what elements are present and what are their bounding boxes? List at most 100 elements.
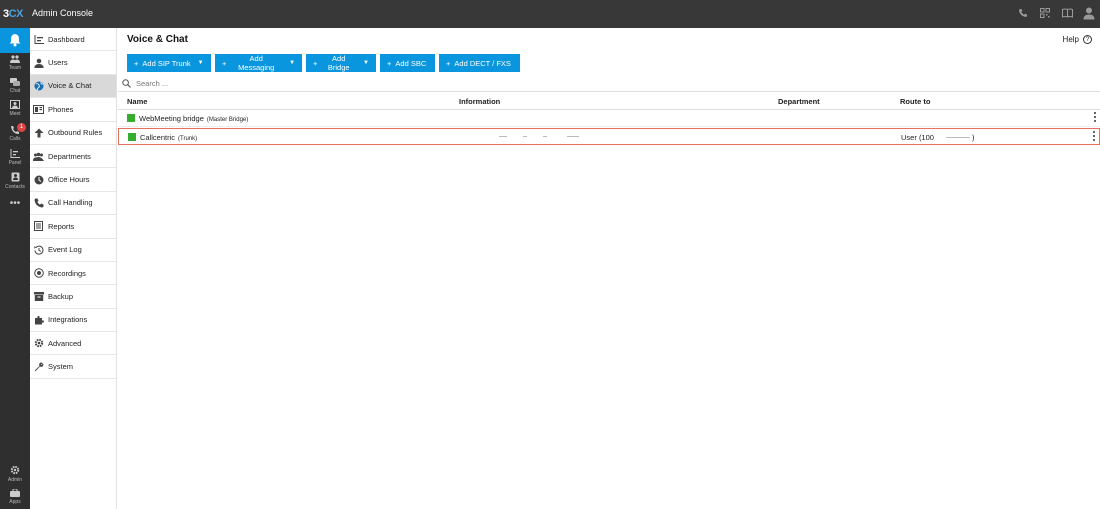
globe-icon: [33, 80, 44, 91]
redacted-info: [523, 136, 527, 137]
status-indicator: [127, 114, 135, 122]
caret-down-icon: ▼: [197, 60, 204, 66]
help-label: Help: [1062, 35, 1079, 44]
record-icon: [33, 268, 44, 279]
top-bar: 3 CX Admin Console: [0, 0, 1100, 28]
sidebar-item-users[interactable]: Users: [30, 51, 116, 75]
redacted-info: [543, 136, 547, 137]
team-icon: [10, 55, 20, 63]
user-icon[interactable]: [1078, 6, 1100, 22]
rail-team[interactable]: Team: [0, 55, 30, 71]
wrench-icon: [33, 361, 44, 372]
redacted-info: [499, 136, 507, 137]
app-rail: Team Chat Meet 1 Calls Panel Contacts ••…: [0, 28, 30, 509]
book-icon[interactable]: [1056, 8, 1078, 20]
column-department[interactable]: Department: [778, 97, 820, 106]
sidebar-item-outbound-rules[interactable]: Outbound Rules: [30, 122, 116, 145]
gear-icon: [10, 465, 20, 475]
bell-icon: [9, 34, 21, 47]
sidebar-item-system[interactable]: System: [30, 355, 116, 379]
top-icons: [1012, 0, 1100, 28]
main-content: Voice & Chat Help ? + Add SIP Trunk ▼ + …: [118, 28, 1100, 509]
row-name: Callcentric (Trunk): [140, 133, 198, 142]
panel-icon: [10, 149, 20, 158]
arrow-up-icon: [33, 127, 44, 138]
rail-chat[interactable]: Chat: [0, 78, 30, 94]
group-icon: [33, 151, 44, 162]
sidebar-item-dashboard[interactable]: Dashboard: [30, 28, 116, 52]
column-information[interactable]: Information: [459, 97, 500, 106]
help-icon: ?: [1083, 35, 1092, 44]
sidebar-item-integrations[interactable]: Integrations: [30, 309, 116, 333]
rail-contacts[interactable]: Contacts: [0, 172, 30, 190]
add-sip-trunk-button[interactable]: + Add SIP Trunk ▼: [127, 54, 211, 72]
chat-icon: [10, 78, 20, 86]
calls-badge: 1: [17, 123, 26, 132]
rail-apps[interactable]: Apps: [0, 488, 30, 505]
sidebar-item-call-handling[interactable]: Call Handling: [30, 192, 116, 216]
more-menu-button[interactable]: •••: [0, 198, 30, 209]
sidebar-item-advanced[interactable]: Advanced: [30, 332, 116, 356]
table-row[interactable]: WebMeeting bridge (Master Bridge): [118, 110, 1100, 127]
add-dect-fxs-button[interactable]: + Add DECT / FXS: [439, 54, 520, 72]
column-name[interactable]: Name: [127, 97, 147, 106]
row-name: WebMeeting bridge (Master Bridge): [139, 114, 249, 123]
3cx-logo[interactable]: 3 CX: [3, 7, 23, 20]
sidebar-item-recordings[interactable]: Recordings: [30, 262, 116, 286]
rail-panel[interactable]: Panel: [0, 149, 30, 166]
sidebar-item-departments[interactable]: Departments: [30, 145, 116, 169]
contacts-icon: [11, 172, 19, 182]
apps-icon: [10, 488, 20, 497]
plus-icon: +: [446, 58, 451, 68]
admin-sidebar: Dashboard Users Voice & Chat Phones Outb…: [30, 28, 117, 509]
rail-calls[interactable]: 1 Calls: [0, 123, 30, 142]
toolbar: + Add SIP Trunk ▼ + Add Messaging ▼ + Ad…: [127, 54, 520, 72]
sidebar-item-reports[interactable]: Reports: [30, 215, 116, 239]
add-messaging-button[interactable]: + Add Messaging ▼: [215, 54, 302, 72]
sidebar-item-phones[interactable]: Phones: [30, 98, 116, 122]
page-title: Voice & Chat: [127, 34, 188, 45]
app-title: Admin Console: [32, 8, 94, 18]
dashboard-icon: [33, 34, 44, 45]
plus-icon: +: [387, 58, 392, 68]
more-icon: •••: [9, 198, 21, 209]
clock-icon: [33, 174, 44, 185]
add-sbc-button[interactable]: + Add SBC: [380, 54, 435, 72]
puzzle-icon: [33, 314, 44, 325]
caret-down-icon: ▼: [289, 60, 296, 66]
notifications-button[interactable]: [0, 28, 30, 53]
redacted-route: [945, 137, 970, 138]
gear-icon: [33, 338, 44, 349]
table-row[interactable]: Callcentric (Trunk) User (100): [118, 128, 1100, 145]
phone-icon: [33, 197, 44, 208]
history-icon: [33, 244, 44, 255]
help-button[interactable]: Help ?: [1063, 35, 1092, 44]
search-input[interactable]: [136, 78, 436, 88]
meet-icon: [10, 100, 20, 109]
sidebar-item-office-hours[interactable]: Office Hours: [30, 168, 116, 192]
column-route-to[interactable]: Route to: [900, 97, 930, 106]
rail-admin[interactable]: Admin: [0, 465, 30, 483]
archive-icon: [33, 291, 44, 302]
search-bar: [118, 75, 1100, 92]
desk-phone-icon: [33, 104, 44, 115]
route-to-value: User (100): [901, 133, 975, 142]
rail-meet[interactable]: Meet: [0, 100, 30, 117]
sidebar-item-backup[interactable]: Backup: [30, 285, 116, 309]
status-indicator: [128, 133, 136, 141]
phone-icon[interactable]: [1012, 8, 1034, 20]
row-menu-icon[interactable]: [1094, 112, 1097, 122]
row-menu-icon[interactable]: [1093, 131, 1096, 141]
sidebar-item-voice-chat[interactable]: Voice & Chat: [30, 74, 116, 99]
add-bridge-button[interactable]: + Add Bridge ▼: [306, 54, 376, 72]
plus-icon: +: [222, 58, 227, 68]
sidebar-item-event-log[interactable]: Event Log: [30, 239, 116, 262]
qr-icon[interactable]: [1034, 8, 1056, 20]
table-header: Name Information Department Route to: [118, 92, 1100, 110]
plus-icon: +: [313, 58, 318, 68]
search-icon: [122, 78, 131, 88]
report-icon: [33, 221, 44, 232]
row-type: (Trunk): [178, 136, 198, 142]
row-type: (Master Bridge): [206, 117, 249, 123]
caret-down-icon: ▼: [363, 60, 369, 66]
